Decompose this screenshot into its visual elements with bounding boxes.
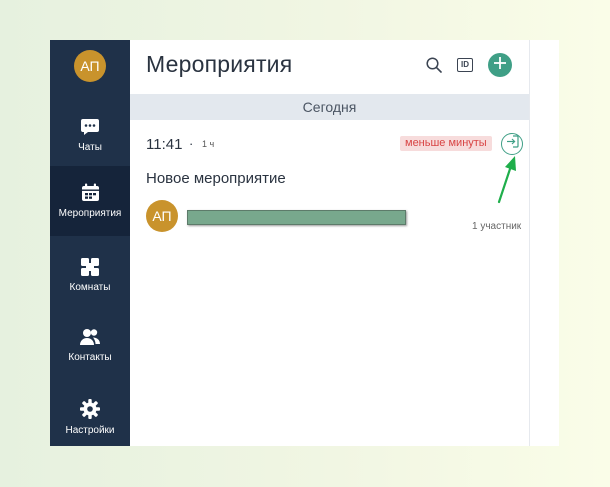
sidebar-item-contacts[interactable]: Контакты bbox=[50, 310, 130, 380]
date-group-header: Сегодня bbox=[130, 94, 529, 120]
event-duration: 1 ч bbox=[202, 139, 215, 149]
sidebar: АП Чаты Мероприятия Комнаты Контакты Нас… bbox=[50, 40, 130, 446]
search-icon[interactable] bbox=[426, 57, 442, 78]
main-panel: Мероприятия ID Сегодня 11:41 · 1 ч меньш bbox=[130, 40, 529, 446]
separator-dot: · bbox=[189, 136, 194, 151]
sidebar-item-label: Контакты bbox=[68, 351, 112, 363]
avatar: АП bbox=[146, 200, 178, 232]
redacted-owner-name bbox=[187, 210, 406, 225]
rooms-icon bbox=[81, 257, 99, 276]
plus-icon bbox=[494, 56, 506, 74]
sidebar-item-settings[interactable]: Настройки bbox=[50, 382, 130, 446]
sidebar-item-label: Комнаты bbox=[69, 281, 111, 293]
sidebar-item-label: Мероприятия bbox=[58, 208, 122, 219]
status-badge: меньше минуты bbox=[400, 136, 492, 151]
id-icon[interactable]: ID bbox=[457, 58, 473, 72]
contacts-icon bbox=[80, 328, 100, 346]
join-event-button[interactable] bbox=[501, 133, 523, 155]
event-time: 11:41 bbox=[146, 136, 183, 153]
sidebar-item-label: Настройки bbox=[65, 424, 115, 436]
login-icon bbox=[506, 135, 519, 153]
sidebar-item-label: Чаты bbox=[78, 141, 102, 153]
chat-icon bbox=[80, 118, 100, 136]
user-avatar[interactable]: АП bbox=[74, 50, 106, 82]
right-panel-edge bbox=[529, 40, 559, 446]
app-window: АП Чаты Мероприятия Комнаты Контакты Нас… bbox=[50, 40, 559, 446]
add-event-button[interactable] bbox=[488, 53, 512, 77]
id-icon-label: ID bbox=[461, 60, 469, 69]
sidebar-item-chats[interactable]: Чаты bbox=[50, 100, 130, 170]
participants-count: 1 участник bbox=[472, 221, 522, 232]
event-name: Новое мероприятие bbox=[146, 170, 286, 187]
sidebar-item-events[interactable]: Мероприятия bbox=[50, 166, 130, 236]
page-title: Мероприятия bbox=[146, 51, 293, 77]
calendar-icon bbox=[81, 183, 100, 202]
annotation-arrow-icon bbox=[485, 155, 525, 210]
gear-icon bbox=[80, 398, 100, 419]
sidebar-item-rooms[interactable]: Комнаты bbox=[50, 240, 130, 310]
